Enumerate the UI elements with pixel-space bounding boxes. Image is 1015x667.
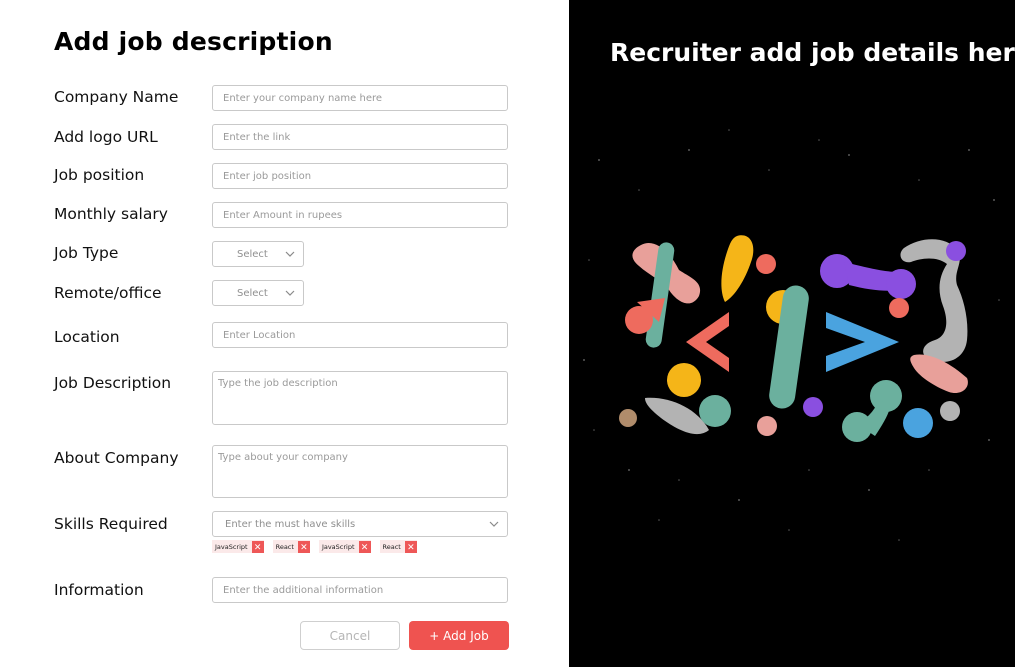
- information-label: Information: [54, 581, 144, 599]
- skill-tag: JavaScript ✕: [318, 540, 371, 553]
- company-name-input[interactable]: [212, 85, 508, 111]
- company-name-label: Company Name: [54, 88, 179, 106]
- skill-tag: JavaScript ✕: [212, 540, 264, 553]
- skill-tags: JavaScript ✕ React ✕ JavaScript ✕ React …: [212, 540, 417, 553]
- about-company-textarea[interactable]: [212, 445, 508, 498]
- job-type-select[interactable]: Select: [212, 241, 304, 267]
- remove-tag-button[interactable]: ✕: [297, 540, 310, 553]
- chevron-down-icon: [285, 290, 295, 296]
- information-input[interactable]: [212, 577, 508, 603]
- remote-office-selected-value: Select: [237, 287, 268, 299]
- chevron-down-icon: [489, 521, 499, 527]
- job-form-panel: Add job description Company Name Add log…: [0, 0, 569, 667]
- logo-url-label: Add logo URL: [54, 128, 158, 146]
- skill-tag-label: React: [275, 542, 294, 551]
- logo-url-input[interactable]: [212, 124, 508, 150]
- location-label: Location: [54, 328, 120, 346]
- remote-office-select[interactable]: Select: [212, 280, 304, 306]
- job-position-label: Job position: [54, 166, 145, 184]
- remove-tag-button[interactable]: ✕: [358, 540, 371, 553]
- illustration-panel: Recruiter add job details here: [569, 0, 1015, 667]
- skill-tag: React ✕: [272, 540, 310, 553]
- job-type-label: Job Type: [54, 244, 119, 262]
- code-brackets-illustration: [583, 129, 1000, 541]
- close-icon: ✕: [253, 541, 262, 552]
- job-position-input[interactable]: [212, 163, 508, 189]
- skill-tag-label: JavaScript: [215, 542, 248, 551]
- job-description-textarea[interactable]: [212, 371, 508, 425]
- close-icon: ✕: [300, 541, 308, 552]
- skills-select[interactable]: Enter the must have skills: [212, 511, 508, 537]
- job-description-label: Job Description: [54, 374, 172, 392]
- about-company-label: About Company: [54, 449, 179, 467]
- monthly-salary-input[interactable]: [212, 202, 508, 228]
- remote-office-label: Remote/office: [54, 284, 162, 302]
- add-job-button[interactable]: + Add Job: [409, 621, 509, 650]
- remove-tag-button[interactable]: ✕: [251, 540, 264, 553]
- chevron-down-icon: [285, 251, 295, 257]
- cancel-button[interactable]: Cancel: [300, 621, 400, 650]
- remove-tag-button[interactable]: ✕: [404, 540, 417, 553]
- location-input[interactable]: [212, 322, 508, 348]
- skill-tag-label: React: [382, 542, 401, 551]
- job-type-selected-value: Select: [237, 248, 268, 260]
- close-icon: ✕: [360, 541, 369, 552]
- page-title: Add job description: [54, 27, 333, 56]
- skills-required-label: Skills Required: [54, 515, 168, 533]
- side-panel-heading: Recruiter add job details here: [610, 38, 1015, 67]
- code-glyph-shapes: [619, 235, 968, 442]
- skill-tag-label: JavaScript: [321, 542, 355, 551]
- skill-tag: React ✕: [379, 540, 417, 553]
- close-icon: ✕: [407, 541, 415, 552]
- skills-placeholder: Enter the must have skills: [225, 518, 356, 530]
- monthly-salary-label: Monthly salary: [54, 205, 168, 223]
